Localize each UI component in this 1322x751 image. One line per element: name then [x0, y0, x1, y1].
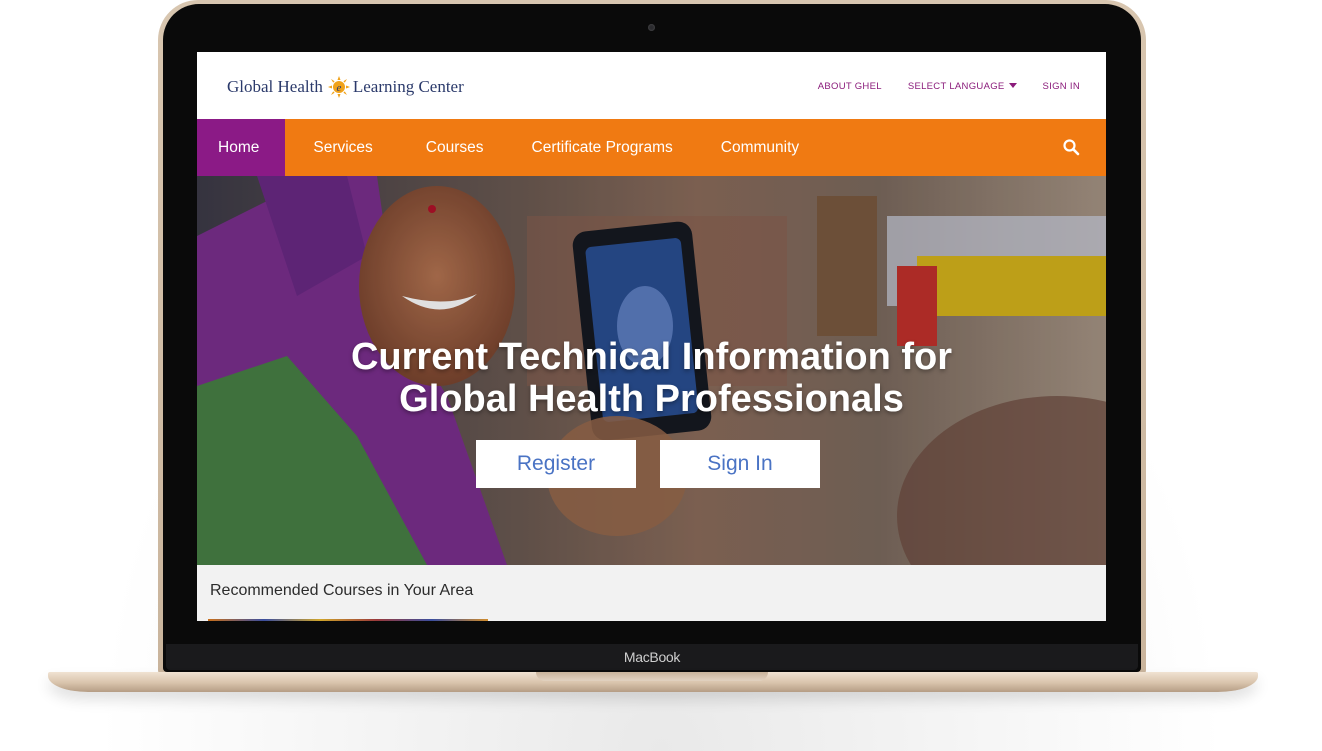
language-label: SELECT LANGUAGE — [907, 81, 1005, 92]
logo-text-left: Global Health — [227, 77, 323, 96]
camera-icon — [648, 24, 655, 31]
main-nav: Home Services Courses Certificate Progra… — [197, 119, 1106, 176]
hero-headline-line1: Current Technical Information for — [350, 336, 952, 378]
signin-link[interactable]: SIGN IN — [1043, 81, 1080, 92]
search-icon[interactable] — [1062, 138, 1080, 156]
site-header: Global Health e Learning Center ABOUT GH… — [197, 52, 1106, 119]
signin-button[interactable]: Sign In — [660, 440, 820, 488]
hero-headline-line2: Global Health Professionals — [399, 378, 904, 420]
nav-item-courses[interactable]: Courses — [397, 119, 508, 176]
hero-headline: Current Technical Information for Global… — [197, 336, 1106, 420]
svg-text:e: e — [336, 82, 341, 94]
logo-sun-icon: e — [327, 75, 351, 99]
nav-item-home[interactable]: Home — [197, 119, 286, 176]
recommended-title: Recommended Courses in Your Area — [210, 582, 474, 599]
about-link[interactable]: ABOUT GHEL — [818, 81, 882, 92]
browser-screen: Global Health e Learning Center ABOUT GH… — [197, 52, 1106, 621]
utility-links: ABOUT GHEL SELECT LANGUAGE SIGN IN — [818, 81, 1080, 92]
nav-item-community[interactable]: Community — [697, 119, 823, 176]
site-logo[interactable]: Global Health e Learning Center — [227, 72, 464, 102]
nav-item-certificate-programs[interactable]: Certificate Programs — [508, 119, 697, 176]
caret-down-icon — [1008, 83, 1017, 88]
course-thumbnail-strip[interactable] — [208, 619, 488, 621]
register-button[interactable]: Register — [476, 440, 636, 488]
laptop-mockup: Global Health e Learning Center ABOUT GH… — [0, 0, 1322, 751]
logo-text-right: Learning Center — [352, 77, 464, 96]
brand-label: MacBook — [623, 649, 681, 665]
language-selector[interactable]: SELECT LANGUAGE — [908, 81, 1017, 92]
nav-item-services[interactable]: Services — [285, 119, 396, 176]
recommended-section: Recommended Courses in Your Area — [197, 565, 1106, 621]
hero-banner: Current Technical Information for Global… — [197, 176, 1106, 565]
laptop-chin: MacBook — [166, 644, 1138, 670]
laptop-notch — [536, 672, 768, 681]
